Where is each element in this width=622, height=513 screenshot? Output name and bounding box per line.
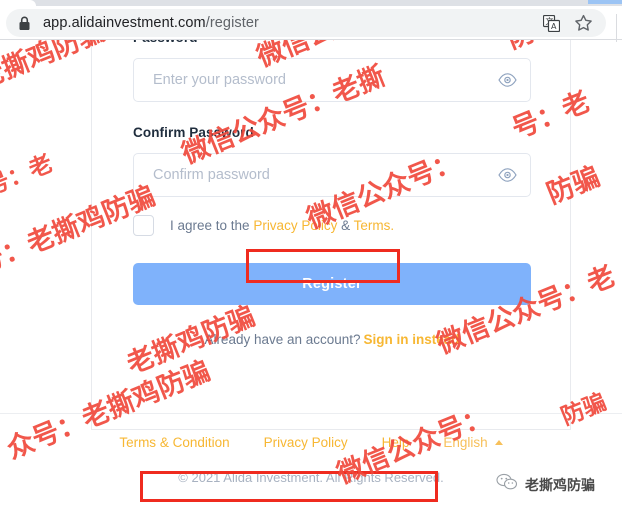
translate-icon[interactable]: 文 A — [538, 10, 564, 36]
tab-strip-right-accent — [588, 0, 622, 4]
language-selector[interactable]: English — [443, 435, 503, 450]
footer-links: Terms & Condition Privacy Policy Help En… — [0, 435, 622, 450]
browser-toolbar: app.alidainvestment.com/register 文 A — [0, 6, 622, 42]
lock-icon — [18, 16, 31, 31]
star-icon[interactable] — [570, 10, 596, 36]
browser-chrome: app.alidainvestment.com/register 文 A — [0, 0, 622, 42]
signin-prompt-text: Already have an account? — [204, 332, 361, 347]
language-label: English — [443, 435, 488, 450]
confirm-password-label: Confirm Password — [133, 125, 254, 140]
privacy-policy-link[interactable]: Privacy Policy — [253, 218, 337, 233]
register-button[interactable]: Register — [133, 263, 531, 305]
chevron-up-icon — [494, 440, 503, 445]
url-text[interactable]: app.alidainvestment.com/register — [43, 15, 532, 31]
eye-icon-confirm[interactable] — [490, 154, 524, 196]
svg-text:A: A — [551, 22, 557, 31]
copyright-text: © 2021 Alida Investment. All Rights Rese… — [178, 470, 444, 485]
sign-in-instead-link[interactable]: Sign in instead — [364, 332, 460, 347]
toolbar-right-edge — [616, 14, 622, 42]
address-bar[interactable]: app.alidainvestment.com/register 文 A — [6, 9, 606, 37]
terms-link[interactable]: Terms. — [354, 218, 395, 233]
footer-link-help[interactable]: Help — [382, 435, 410, 450]
agree-text: I agree to the Privacy Policy & Terms. — [170, 218, 394, 233]
omnibox-actions: 文 A — [532, 10, 596, 36]
confirm-password-input[interactable] — [151, 153, 490, 197]
agree-checkbox[interactable] — [133, 214, 154, 236]
password-label: Password — [133, 40, 198, 45]
url-path: /register — [205, 15, 259, 31]
signin-prompt-row: Already have an account? Sign in instead — [133, 332, 531, 347]
footer-link-privacy[interactable]: Privacy Policy — [264, 435, 348, 450]
register-card: Password Confirm Password — [91, 40, 571, 430]
terms-agreement-row[interactable]: I agree to the Privacy Policy & Terms. — [133, 212, 394, 238]
password-field-wrapper[interactable] — [133, 58, 531, 102]
url-host: app.alidainvestment.com — [43, 15, 206, 31]
footer-divider — [0, 413, 622, 414]
password-input[interactable] — [151, 58, 490, 102]
confirm-password-field-wrapper[interactable] — [133, 153, 531, 197]
agree-amp: & — [337, 217, 354, 233]
page-viewport: Password Confirm Password — [0, 40, 622, 513]
footer-link-terms[interactable]: Terms & Condition — [119, 435, 229, 450]
eye-icon[interactable] — [490, 59, 524, 101]
agree-prefix: I agree to the — [170, 217, 254, 233]
